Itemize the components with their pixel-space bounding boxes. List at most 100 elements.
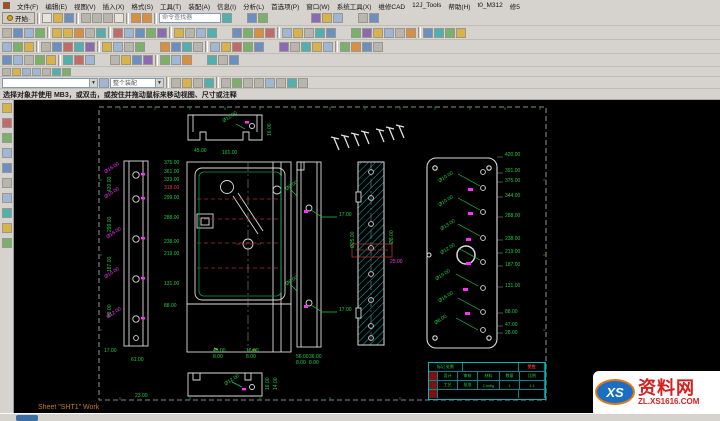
toolbar-icon[interactable] bbox=[2, 118, 12, 128]
toolbar-icon[interactable] bbox=[171, 55, 181, 65]
new-file-icon[interactable] bbox=[42, 13, 52, 23]
toolbar-icon[interactable] bbox=[124, 42, 134, 52]
toolbar-icon[interactable] bbox=[2, 133, 12, 143]
toolbar-icon[interactable] bbox=[369, 13, 379, 23]
toolbar-icon[interactable] bbox=[63, 42, 73, 52]
toolbar-icon[interactable] bbox=[124, 28, 134, 38]
toolbar-icon[interactable] bbox=[135, 28, 145, 38]
menu-format[interactable]: 格式(S) bbox=[131, 1, 153, 11]
print-icon[interactable] bbox=[81, 13, 91, 23]
toolbar-icon[interactable] bbox=[135, 42, 145, 52]
toolbar-icon[interactable] bbox=[2, 193, 12, 203]
toolbar-icon[interactable] bbox=[207, 55, 217, 65]
toolbar-icon[interactable] bbox=[301, 42, 311, 52]
toolbar-icon[interactable] bbox=[434, 28, 444, 38]
toolbar-icon[interactable] bbox=[2, 163, 12, 173]
toolbar-icon[interactable] bbox=[121, 55, 131, 65]
menu-info[interactable]: 信息(I) bbox=[217, 1, 236, 11]
toolbar-icon[interactable] bbox=[315, 28, 325, 38]
toolbar-icon[interactable] bbox=[63, 55, 73, 65]
toolbar-icon[interactable] bbox=[290, 42, 300, 52]
toolbar-icon[interactable] bbox=[247, 13, 257, 23]
toolbar-icon[interactable] bbox=[110, 55, 120, 65]
toolbar-icon[interactable] bbox=[24, 42, 34, 52]
toolbar-icon[interactable] bbox=[2, 28, 12, 38]
toolbar-icon[interactable] bbox=[423, 28, 433, 38]
toolbar-icon[interactable] bbox=[46, 55, 56, 65]
open-file-icon[interactable] bbox=[53, 13, 63, 23]
toolbar-icon[interactable] bbox=[322, 13, 332, 23]
toolbar-icon[interactable] bbox=[193, 42, 203, 52]
selection-filter-combo[interactable]: ▼ bbox=[2, 78, 98, 88]
toolbar-icon[interactable] bbox=[132, 55, 142, 65]
toolbar-icon[interactable] bbox=[41, 42, 51, 52]
toolbar-icon[interactable] bbox=[52, 28, 62, 38]
undo-icon[interactable] bbox=[131, 13, 141, 23]
toolbar-icon[interactable] bbox=[2, 223, 12, 233]
toolbar-icon[interactable] bbox=[282, 28, 292, 38]
toolbar-icon[interactable] bbox=[185, 28, 195, 38]
toolbar-icon[interactable] bbox=[298, 78, 308, 88]
toolbar-icon[interactable] bbox=[395, 28, 405, 38]
toolbar-icon[interactable] bbox=[85, 42, 95, 52]
toolbar-icon[interactable] bbox=[358, 13, 368, 23]
toolbar-icon[interactable] bbox=[171, 78, 181, 88]
toolbar-icon[interactable] bbox=[182, 42, 192, 52]
search-icon[interactable] bbox=[222, 13, 232, 23]
toolbar-icon[interactable] bbox=[35, 28, 45, 38]
toolbar-icon[interactable] bbox=[293, 28, 303, 38]
toolbar-icon[interactable] bbox=[229, 55, 239, 65]
snap-endpoint-icon[interactable] bbox=[232, 78, 242, 88]
toolbar-icon[interactable] bbox=[243, 28, 253, 38]
toolbar-icon[interactable] bbox=[32, 68, 41, 76]
toolbar-icon[interactable] bbox=[74, 55, 84, 65]
toolbar-icon[interactable] bbox=[157, 28, 167, 38]
toolbar-icon[interactable] bbox=[254, 28, 264, 38]
toolbar-icon[interactable] bbox=[2, 55, 12, 65]
cut-icon[interactable] bbox=[92, 13, 102, 23]
toolbar-icon[interactable] bbox=[2, 208, 12, 218]
menu-tools[interactable]: 工具(T) bbox=[160, 1, 181, 11]
snap-intersection-icon[interactable] bbox=[254, 78, 264, 88]
toolbar-icon[interactable] bbox=[174, 28, 184, 38]
toolbar-icon[interactable] bbox=[204, 78, 214, 88]
toolbar-icon[interactable] bbox=[113, 28, 123, 38]
toolbar-icon[interactable] bbox=[160, 42, 170, 52]
paste-icon[interactable] bbox=[114, 13, 124, 23]
toolbar-icon[interactable] bbox=[85, 55, 95, 65]
toolbar-icon[interactable] bbox=[146, 28, 156, 38]
menu-assembly[interactable]: 装配(A) bbox=[188, 1, 210, 11]
menu-preferences[interactable]: 首选项(P) bbox=[271, 1, 299, 11]
menu-file[interactable]: 文件(F) bbox=[17, 1, 38, 11]
toolbar-icon[interactable] bbox=[24, 55, 34, 65]
menu-cad[interactable]: 维修CAD bbox=[378, 1, 405, 11]
toolbar-icon[interactable] bbox=[2, 178, 12, 188]
toolbar-icon[interactable] bbox=[102, 42, 112, 52]
menu-analysis[interactable]: 分析(L) bbox=[243, 1, 264, 11]
selection-scope-combo[interactable]: 整个装配 ▼ bbox=[110, 78, 164, 88]
toolbar-icon[interactable] bbox=[351, 28, 361, 38]
toolbar-icon[interactable] bbox=[445, 28, 455, 38]
toolbar-icon[interactable] bbox=[406, 28, 416, 38]
toolbar-icon[interactable] bbox=[326, 28, 336, 38]
toolbar-icon[interactable] bbox=[24, 28, 34, 38]
toolbar-icon[interactable] bbox=[62, 68, 71, 76]
toolbar-icon[interactable] bbox=[279, 42, 289, 52]
toolbar-icon[interactable] bbox=[312, 42, 322, 52]
menu-window[interactable]: 窗口(W) bbox=[306, 1, 329, 11]
snap-midpoint-icon[interactable] bbox=[243, 78, 253, 88]
toolbar-icon[interactable] bbox=[13, 42, 23, 52]
toolbar-icon[interactable] bbox=[74, 42, 84, 52]
filter-icon[interactable] bbox=[99, 78, 109, 88]
toolbar-icon[interactable] bbox=[340, 42, 350, 52]
menu-edit[interactable]: 编辑(E) bbox=[45, 1, 67, 11]
toolbar-icon[interactable] bbox=[63, 28, 73, 38]
toolbar-icon[interactable] bbox=[373, 42, 383, 52]
toolbar-icon[interactable] bbox=[221, 42, 231, 52]
toolbar-icon[interactable] bbox=[96, 28, 106, 38]
toolbar-icon[interactable] bbox=[218, 55, 228, 65]
toolbar-icon[interactable] bbox=[287, 78, 297, 88]
toolbar-icon[interactable] bbox=[254, 42, 264, 52]
toolbar-icon[interactable] bbox=[12, 68, 21, 76]
toolbar-icon[interactable] bbox=[143, 55, 153, 65]
